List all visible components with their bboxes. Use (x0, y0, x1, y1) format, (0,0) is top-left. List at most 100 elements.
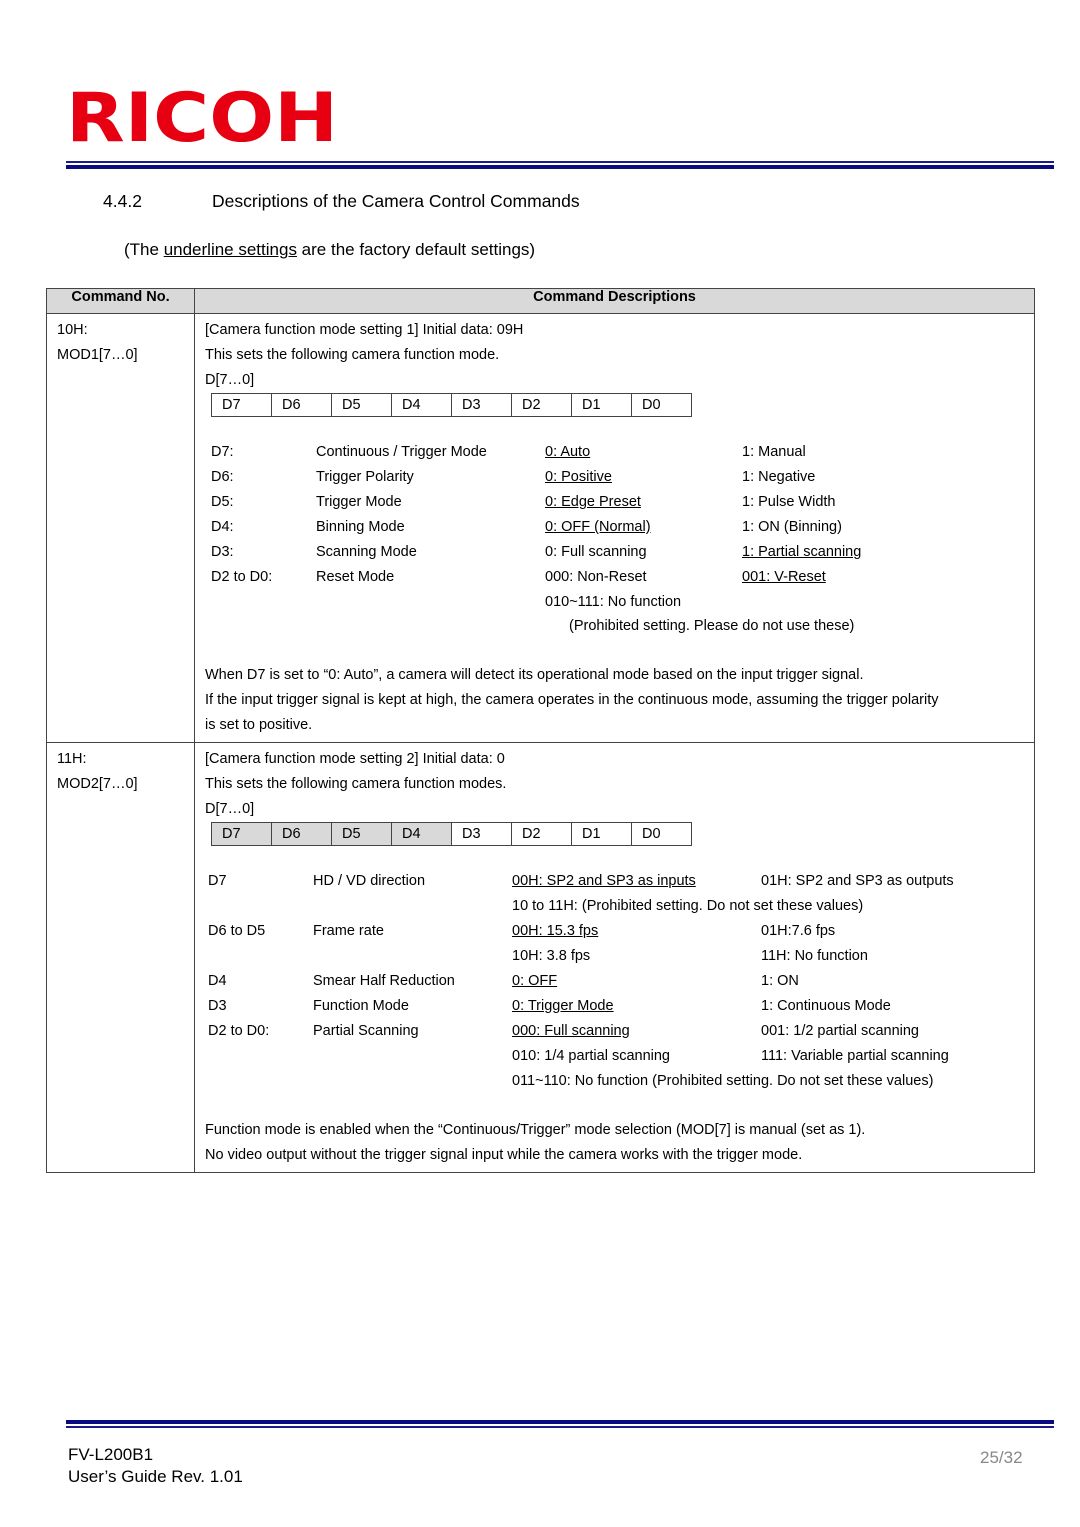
bit-cell: D7 (211, 393, 272, 417)
option-1: 1: ON (761, 973, 799, 989)
bit-id: D6 to D5 (208, 923, 266, 939)
option-0: 0: Positive (545, 469, 612, 485)
command-intro: This sets the following camera function … (205, 347, 500, 363)
bit-spec-row: D2 to D0: Partial Scanning 000: Full scann… (205, 1019, 1034, 1044)
bit-spec-row: D4 Smear Half Reduction 0: OFF 1: ON (205, 969, 1034, 994)
bit-function: Smear Half Reduction (313, 973, 455, 989)
bit-cell: D2 (511, 393, 572, 417)
option-1: 111: Variable partial scanning (761, 1048, 949, 1064)
footer-guide: User’s Guide Rev. 1.01 (68, 1467, 243, 1486)
table-row: 11H: MOD2[7…0] [Camera function mode setti… (46, 742, 1035, 1173)
remark-line: Function mode is enabled when the “Conti… (205, 1122, 866, 1138)
footer-rule (66, 1420, 1054, 1428)
option-0: 0: OFF (Normal) (545, 519, 651, 535)
bit-spec-row: D3: Scanning Mode 0: Full scanning 1: Parti… (205, 540, 1034, 565)
command-title: [Camera function mode setting 2] Initial… (205, 751, 505, 767)
bit-cell: D3 (451, 822, 512, 846)
bit-cell: D7 (211, 822, 272, 846)
bit-spec-row: 010~111: No function (205, 590, 1034, 615)
option-1: 1: Partial scanning (742, 544, 862, 560)
option-1: 1: Negative (742, 469, 816, 485)
table-row: 10H: MOD1[7…0] [Camera function mode setti… (46, 313, 1035, 743)
option-0: 0: Trigger Mode (512, 998, 614, 1014)
bit-cell: D6 (271, 822, 332, 846)
bit-function: Scanning Mode (316, 544, 417, 560)
option-0: 0: Full scanning (545, 544, 647, 560)
option-1: 001: 1/2 partial scanning (761, 1023, 919, 1039)
bit-spec-row: 011~110: No function (Prohibited setting… (205, 1069, 1034, 1094)
option-0: 00H: 15.3 fps (512, 923, 599, 939)
option-0: 00H: SP2 and SP3 as inputs (512, 873, 696, 889)
option-0: 010~111: No function (545, 594, 682, 610)
page-number: 25/32 (980, 1448, 1023, 1467)
remark-line: If the input trigger signal is kept at h… (205, 692, 939, 708)
option-1: 11H: No function (761, 948, 868, 964)
bit-id: D4: (211, 519, 234, 535)
bit-cell: D3 (451, 393, 512, 417)
header-command-descriptions: Command Descriptions (194, 288, 1035, 314)
bit-cell: D1 (571, 822, 632, 846)
bit-cell: D6 (271, 393, 332, 417)
section-title: Descriptions of the Camera Control Comma… (212, 191, 580, 211)
bit-cell: D0 (631, 393, 692, 417)
option-0: 000: Non-Reset (545, 569, 647, 585)
bit-cell: D1 (571, 393, 632, 417)
bit-spec-row: D6 to D5 Frame rate 00H: 15.3 fps 01H:7.6 f… (205, 919, 1034, 944)
bit-function: Trigger Polarity (316, 469, 414, 485)
bit-spec-row: D5: Trigger Mode 0: Edge Preset 1: Pulse Wi… (205, 490, 1034, 515)
command-number: 10H: (57, 322, 88, 338)
bit-cell: D0 (631, 822, 692, 846)
bit-spec-row: D4: Binning Mode 0: OFF (Normal) 1: ON (Bin… (205, 515, 1034, 540)
bit-id: D7 (208, 873, 227, 889)
table-header-row: Command No. Command Descriptions (46, 288, 1035, 314)
bit-function: Function Mode (313, 998, 409, 1014)
bit-cell: D5 (331, 393, 392, 417)
bit-id: D3: (211, 544, 234, 560)
command-title: [Camera function mode setting 1] Initial… (205, 322, 524, 338)
bit-id: D3 (208, 998, 227, 1014)
command-number: MOD2[7…0] (57, 776, 138, 792)
option-1: 1: Continuous Mode (761, 998, 891, 1014)
command-number: MOD1[7…0] (57, 347, 138, 363)
option-0: 10H: 3.8 fps (512, 948, 591, 964)
bits-label: D[7…0] (205, 801, 255, 817)
command-intro: This sets the following camera function … (205, 776, 507, 792)
option-0: 0: Edge Preset (545, 494, 641, 510)
bit-function: Reset Mode (316, 569, 395, 585)
option-1: 001: V-Reset (742, 569, 826, 585)
bit-layout: D7 D6 D5 D4 D3 D2 D1 D0 (211, 822, 692, 846)
bit-spec-row: D7: Continuous / Trigger Mode 0: Auto 1: Ma… (205, 440, 1034, 465)
option-0: 10 to 11H: (Prohibited setting. Do not s… (512, 898, 864, 914)
prohibited-note-row: (Prohibited setting. Please do not use t… (205, 614, 1034, 639)
option-1: 01H:7.6 fps (761, 923, 836, 939)
section-number: 4.4.2 (103, 191, 142, 211)
bit-function: HD / VD direction (313, 873, 426, 889)
header-command-no: Command No. (46, 288, 195, 314)
footer-model: FV-L200B1 (68, 1445, 154, 1464)
bit-layout: D7 D6 D5 D4 D3 D2 D1 D0 (211, 393, 692, 417)
bit-spec-row: D6: Trigger Polarity 0: Positive 1: Negativ… (205, 465, 1034, 490)
default-settings-note: (The underline settings are the factory … (124, 240, 536, 259)
bit-spec-row: 10H: 3.8 fps 11H: No function (205, 944, 1034, 969)
bit-id: D2 to D0: (208, 1023, 270, 1039)
prohibited-note: (Prohibited setting. Please do not use t… (569, 618, 855, 634)
option-0: 0: OFF (512, 973, 558, 989)
bit-function: Trigger Mode (316, 494, 402, 510)
option-0: 000: Full scanning (512, 1023, 630, 1039)
command-table: Command No. Command Descriptions 10H: MOD… (46, 288, 1035, 1173)
bit-spec-row: 10 to 11H: (Prohibited setting. Do not s… (205, 894, 1034, 919)
option-1: 1: Pulse Width (742, 494, 836, 510)
option-1: 1: Manual (742, 444, 806, 460)
bit-function: Binning Mode (316, 519, 405, 535)
bit-function: Frame rate (313, 923, 384, 939)
bit-function: Continuous / Trigger Mode (316, 444, 487, 460)
option-0: 011~110: No function (Prohibited setting… (512, 1073, 934, 1089)
option-0: 010: 1/4 partial scanning (512, 1048, 670, 1064)
header-rule (66, 161, 1054, 169)
bit-function: Partial Scanning (313, 1023, 419, 1039)
bit-spec-row: 010: 1/4 partial scanning 111: Variable p… (205, 1044, 1034, 1069)
remark-line: When D7 is set to “0: Auto”, a camera wi… (205, 667, 864, 683)
option-1: 01H: SP2 and SP3 as outputs (761, 873, 954, 889)
bits-label: D[7…0] (205, 372, 255, 388)
option-1: 1: ON (Binning) (742, 519, 842, 535)
